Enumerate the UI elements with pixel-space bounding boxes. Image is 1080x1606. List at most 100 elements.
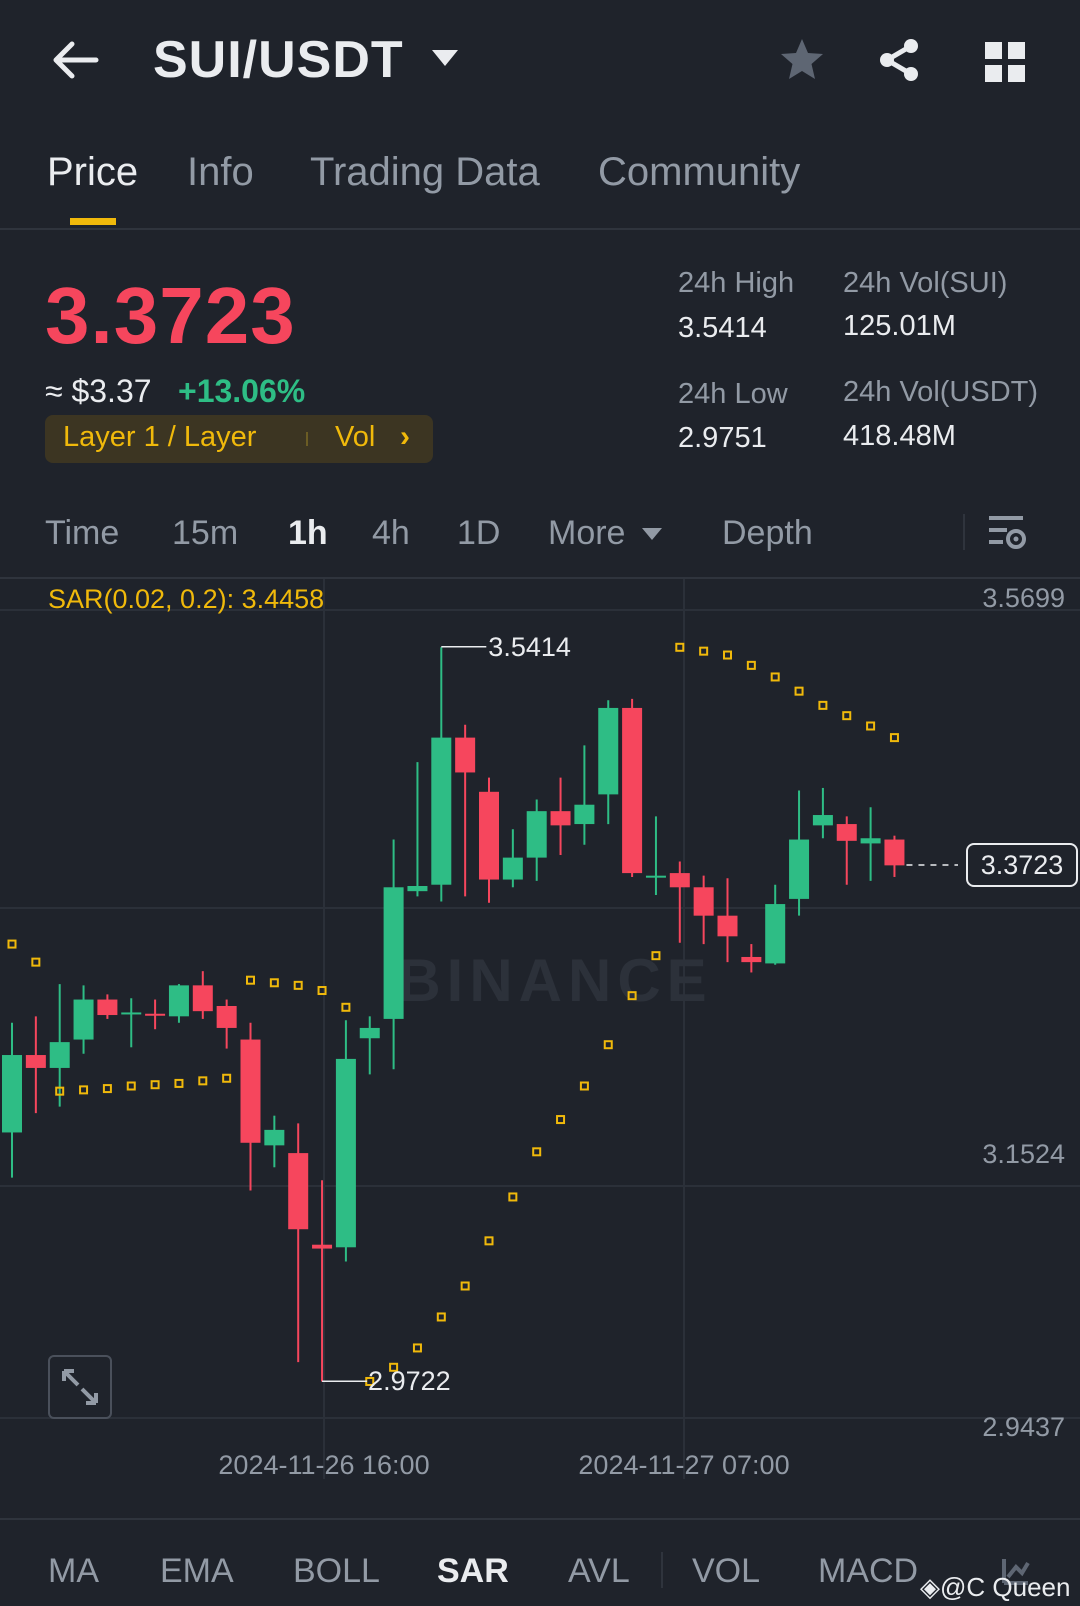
indicator-macd[interactable]: MACD bbox=[818, 1552, 918, 1591]
sar-point bbox=[603, 1040, 613, 1050]
candle-body bbox=[455, 737, 476, 773]
sar-point bbox=[150, 1080, 160, 1090]
sector-tag-vol[interactable]: Vol bbox=[335, 421, 375, 454]
y-tick-label: 3.1524 bbox=[982, 1139, 1065, 1169]
caret-down-icon[interactable] bbox=[432, 50, 458, 66]
interval-time[interactable]: Time bbox=[45, 514, 119, 553]
sar-point bbox=[31, 957, 41, 967]
indicator-ema[interactable]: EMA bbox=[160, 1552, 234, 1591]
divider bbox=[0, 228, 1080, 230]
sar-point bbox=[79, 1085, 89, 1095]
candle-body bbox=[598, 707, 619, 795]
y-tick-label: 2.9437 bbox=[982, 1412, 1065, 1442]
interval-more[interactable]: More bbox=[548, 514, 625, 553]
grid-icon[interactable] bbox=[983, 40, 1027, 84]
y-tick-label: 3.5699 bbox=[982, 583, 1065, 613]
candle-body bbox=[335, 1058, 356, 1248]
candle-body bbox=[97, 999, 118, 1016]
candle-body bbox=[574, 804, 595, 825]
sar-point bbox=[460, 1281, 470, 1291]
sar-point bbox=[794, 686, 804, 696]
back-arrow-icon[interactable] bbox=[50, 40, 100, 80]
interval-4h[interactable]: 4h bbox=[372, 514, 410, 553]
sar-point bbox=[675, 642, 685, 652]
candle-body bbox=[49, 1042, 70, 1068]
x-tick-label: 2024-11-27 07:00 bbox=[578, 1450, 789, 1480]
vol-quote-label: 24h Vol(USDT) bbox=[843, 376, 1039, 408]
pair-selector[interactable]: SUI/USDT bbox=[153, 30, 404, 90]
vol-quote-value: 418.48M bbox=[843, 420, 956, 452]
indicator-sar[interactable]: SAR bbox=[437, 1552, 509, 1591]
chart-settings-icon[interactable] bbox=[987, 512, 1027, 554]
candle-body bbox=[645, 875, 666, 878]
candle-body bbox=[383, 887, 404, 1019]
high-marker-label: 3.5414 bbox=[488, 632, 571, 662]
tab-trading-data[interactable]: Trading Data bbox=[310, 150, 540, 195]
candle-body bbox=[789, 839, 810, 899]
interval-15m[interactable]: 15m bbox=[172, 514, 238, 553]
interval-1h[interactable]: 1h bbox=[288, 514, 328, 553]
vol-base-label: 24h Vol(SUI) bbox=[843, 267, 1008, 299]
divider bbox=[0, 1518, 1080, 1520]
candle-body bbox=[717, 915, 738, 937]
chart-watermark: BINANCE bbox=[397, 947, 712, 1014]
candle-body bbox=[359, 1027, 380, 1039]
candle-body bbox=[479, 791, 499, 880]
low-label: 24h Low bbox=[678, 378, 788, 410]
indicator-avl[interactable]: AVL bbox=[568, 1552, 630, 1591]
sar-point bbox=[293, 980, 303, 990]
candle-body bbox=[168, 985, 189, 1017]
high-value: 3.5414 bbox=[678, 312, 767, 344]
candle-body bbox=[407, 886, 428, 892]
sector-tag-label[interactable]: Layer 1 / Layer bbox=[63, 421, 256, 454]
sar-point bbox=[699, 646, 709, 656]
high-label: 24h High bbox=[678, 267, 795, 299]
candle-body bbox=[812, 815, 833, 826]
chevron-right-icon[interactable]: › bbox=[400, 420, 410, 454]
tag-separator bbox=[306, 432, 308, 446]
fullscreen-expand-icon[interactable] bbox=[48, 1355, 112, 1419]
diamond-logo-icon: ◈ bbox=[920, 1572, 940, 1602]
candle-body bbox=[836, 824, 857, 841]
candlestick-chart[interactable]: BINANCE 3.5699 3.1524 2.9437 2024-11-26 16:… bbox=[0, 579, 1080, 1514]
active-tab-indicator bbox=[70, 218, 116, 225]
star-icon[interactable] bbox=[778, 36, 826, 84]
indicator-ma[interactable]: MA bbox=[48, 1552, 99, 1591]
indicator-vol[interactable]: VOL bbox=[692, 1552, 760, 1591]
indicator-boll[interactable]: BOLL bbox=[293, 1552, 380, 1591]
tab-community[interactable]: Community bbox=[598, 150, 800, 195]
candle-body bbox=[431, 737, 452, 885]
candle-body bbox=[765, 904, 786, 964]
sar-point bbox=[246, 975, 255, 985]
share-icon[interactable] bbox=[875, 36, 923, 84]
sar-point bbox=[556, 1115, 566, 1125]
sar-legend: SAR(0.02, 0.2): 3.4458 bbox=[48, 584, 325, 614]
caret-down-icon[interactable] bbox=[642, 528, 662, 540]
sar-point bbox=[341, 1002, 351, 1012]
sar-point bbox=[174, 1078, 184, 1088]
sar-point bbox=[102, 1084, 112, 1094]
depth-tab[interactable]: Depth bbox=[722, 514, 813, 553]
candle-body bbox=[288, 1153, 309, 1230]
interval-1d[interactable]: 1D bbox=[457, 514, 500, 553]
candle-body bbox=[669, 873, 690, 888]
candle-body bbox=[550, 811, 571, 826]
candle-body bbox=[693, 887, 714, 916]
low-marker-label: 2.9722 bbox=[368, 1366, 451, 1396]
sar-point bbox=[222, 1073, 232, 1083]
tab-info[interactable]: Info bbox=[187, 150, 254, 195]
current-price-tag: 3.3723 bbox=[966, 842, 1078, 887]
sar-point bbox=[579, 1081, 589, 1091]
sar-point bbox=[7, 939, 17, 949]
sar-point bbox=[770, 672, 780, 682]
sar-point bbox=[484, 1236, 494, 1246]
candle-body bbox=[240, 1039, 261, 1143]
tab-price[interactable]: Price bbox=[47, 150, 138, 195]
candle-body bbox=[884, 839, 905, 866]
sar-point bbox=[412, 1343, 422, 1353]
candle-body bbox=[216, 1006, 237, 1028]
candle-body bbox=[2, 1055, 22, 1133]
low-value: 2.9751 bbox=[678, 422, 767, 454]
sar-point bbox=[818, 700, 828, 710]
candle-body bbox=[25, 1055, 46, 1068]
